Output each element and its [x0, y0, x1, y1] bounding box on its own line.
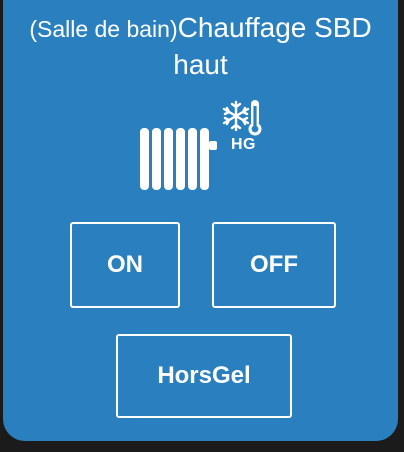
off-button[interactable]: OFF [212, 222, 336, 308]
device-name: Chauffage SBD [177, 12, 372, 43]
heater-widget-card: (Salle de bain)Chauffage SBD haut HG ON … [3, 0, 398, 441]
horsgel-button[interactable]: HorsGel [116, 334, 292, 418]
room-label: (Salle de bain) [29, 16, 178, 42]
on-button[interactable]: ON [70, 222, 180, 308]
screen: (Salle de bain)Chauffage SBD haut HG ON … [0, 0, 404, 452]
horsgel-button-label: HorsGel [157, 362, 251, 389]
off-button-label: OFF [250, 251, 298, 278]
device-name-line2: haut [173, 49, 228, 80]
on-button-label: ON [107, 251, 143, 278]
mode-badge: HG [231, 136, 256, 153]
widget-title: (Salle de bain)Chauffage SBD haut [3, 10, 398, 82]
status-icon-group: HG [133, 96, 283, 196]
